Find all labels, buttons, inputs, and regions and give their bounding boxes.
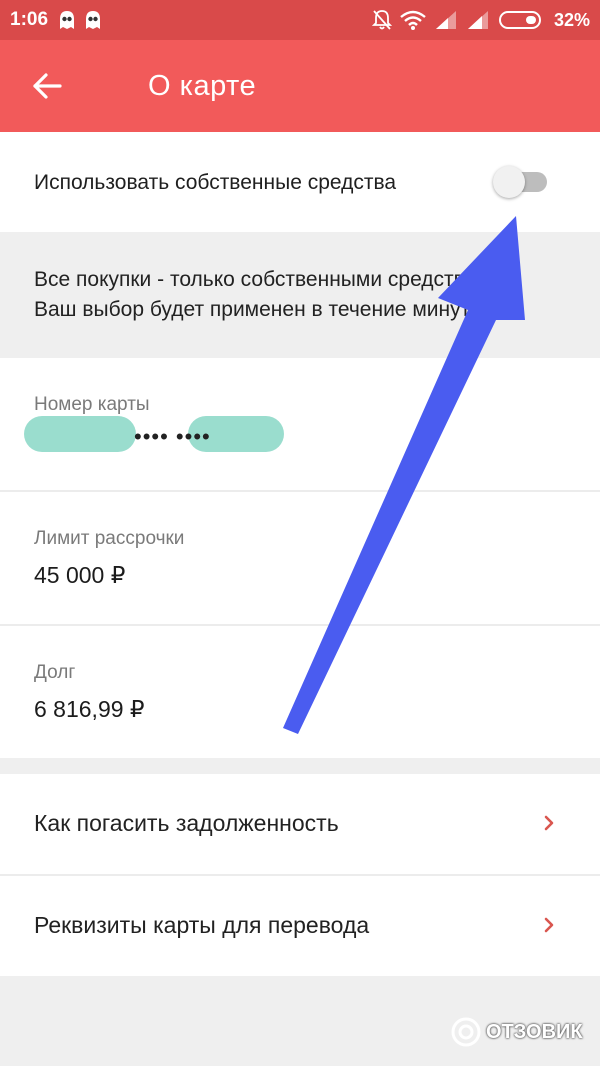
installment-limit-value: 45 000 ₽ [34, 562, 126, 588]
divider [0, 490, 600, 492]
mute-bell-icon [371, 10, 392, 30]
info-line-2: Ваш выбор будет применен в течение минут… [34, 298, 486, 321]
app-bar: О карте [0, 40, 600, 132]
debt-value: 6 816,99 ₽ [34, 696, 145, 722]
link-repay-debt-label: Как погасить задолженность [34, 810, 339, 836]
card-details: Номер карты •••• •••• Лимит рассрочки 45… [0, 358, 600, 758]
chevron-right-icon [544, 917, 554, 933]
info-line-1: Все покупки - только собственными средст… [34, 268, 509, 291]
signal-icon [435, 11, 456, 29]
divider [0, 624, 600, 626]
battery-icon [498, 11, 541, 29]
wifi-icon [400, 10, 426, 30]
installment-limit-label: Лимит рассрочки [34, 528, 185, 549]
redaction-mask [24, 416, 136, 452]
chevron-right-icon [544, 815, 554, 831]
page-title: О карте [148, 70, 257, 102]
notification-app-icon [86, 11, 100, 29]
status-icons: 32% [371, 9, 590, 31]
notification-app-icon [60, 11, 74, 29]
card-number-value: •••• •••• [134, 424, 211, 449]
watermark-logo-icon [451, 1017, 481, 1047]
signal-icon [467, 11, 488, 29]
back-arrow-icon[interactable] [30, 69, 64, 103]
debt-label: Долг [34, 662, 76, 683]
link-card-details-label: Реквизиты карты для перевода [34, 912, 370, 938]
own-funds-label: Использовать собственные средства [34, 171, 397, 194]
card-number-label: Номер карты [34, 394, 150, 415]
status-bar: 1:06 32% [0, 0, 600, 40]
battery-percent: 32% [553, 9, 590, 30]
own-funds-toggle-knob[interactable] [493, 166, 525, 198]
status-time: 1:06 [10, 9, 49, 30]
watermark-text: ОТЗОВИК [486, 1020, 583, 1043]
info-block: Все покупки - только собственными средст… [0, 232, 600, 358]
link-card-details[interactable]: Реквизиты карты для перевода [0, 876, 600, 976]
link-repay-debt[interactable]: Как погасить задолженность [0, 774, 600, 874]
watermark: ОТЗОВИК [450, 1016, 583, 1048]
